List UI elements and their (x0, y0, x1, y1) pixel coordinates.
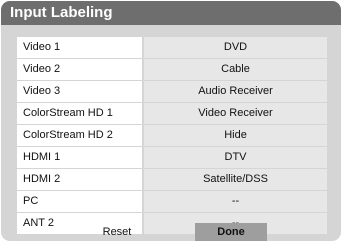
input-label-value[interactable]: Satellite/DSS (144, 169, 327, 190)
button-bar: Reset Done (1, 222, 341, 241)
table-row-video-2[interactable]: Video 2 Cable (17, 59, 327, 80)
input-label-value[interactable]: Hide (144, 125, 327, 146)
done-button[interactable]: Done (195, 223, 267, 241)
input-name: PC (17, 191, 142, 212)
input-name: ColorStream HD 1 (17, 103, 142, 124)
table-row-colorstream-hd-1[interactable]: ColorStream HD 1 Video Receiver (17, 103, 327, 124)
table-row-pc[interactable]: PC -- (17, 191, 327, 212)
input-label-value[interactable]: -- (144, 191, 327, 212)
table-row-video-3[interactable]: Video 3 Audio Receiver (17, 81, 327, 102)
input-label-value[interactable]: DTV (144, 147, 327, 168)
input-name: ColorStream HD 2 (17, 125, 142, 146)
input-name: Video 3 (17, 81, 142, 102)
reset-button[interactable]: Reset (77, 223, 157, 241)
input-label-value[interactable]: Video Receiver (144, 103, 327, 124)
input-label-value[interactable]: DVD (144, 37, 327, 58)
input-label-table: Video 1 DVD Video 2 Cable Video 3 Audio … (17, 37, 327, 235)
table-row-video-1[interactable]: Video 1 DVD (17, 37, 327, 58)
panel-title: Input Labeling (1, 1, 341, 25)
input-label-value[interactable]: Audio Receiver (144, 81, 327, 102)
table-row-hdmi-1[interactable]: HDMI 1 DTV (17, 147, 327, 168)
input-name: HDMI 1 (17, 147, 142, 168)
input-name: Video 1 (17, 37, 142, 58)
table-row-hdmi-2[interactable]: HDMI 2 Satellite/DSS (17, 169, 327, 190)
input-name: Video 2 (17, 59, 142, 80)
table-row-colorstream-hd-2[interactable]: ColorStream HD 2 Hide (17, 125, 327, 146)
input-name: HDMI 2 (17, 169, 142, 190)
input-labeling-panel: Input Labeling Video 1 DVD Video 2 Cable… (1, 1, 341, 241)
input-label-value[interactable]: Cable (144, 59, 327, 80)
